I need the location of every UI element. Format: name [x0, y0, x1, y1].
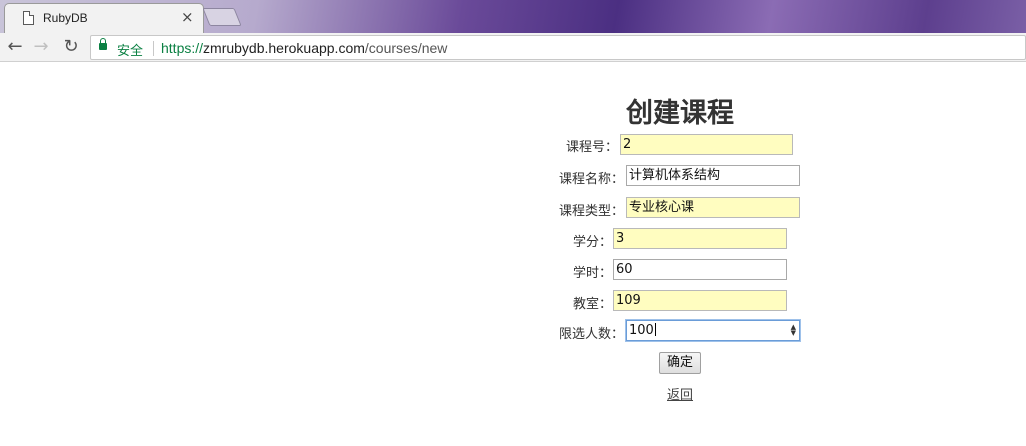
classroom-label: 教室： — [573, 297, 613, 312]
forward-arrow-icon[interactable]: → — [30, 36, 52, 58]
text-caret — [654, 323, 656, 336]
browser-tab-strip: RubyDB × — [0, 0, 1026, 33]
lock-icon — [99, 38, 107, 50]
limit-label: 限选人数： — [559, 327, 625, 342]
url-path: /courses/new — [364, 40, 448, 56]
reload-icon[interactable]: ↻ — [60, 36, 82, 58]
url-scheme: https:// — [161, 40, 204, 56]
credit-label: 学分： — [573, 235, 613, 250]
course-name-input[interactable]: 计算机体系结构 — [626, 165, 800, 186]
page-content: 创建课程 课程号： 2 课程名称： 计算机体系结构 课程类型： 专业核心课 学分… — [0, 63, 1026, 446]
url-text[interactable]: https://zmrubydb.herokuapp.com/courses/n… — [161, 40, 447, 56]
tab-close-icon[interactable]: × — [181, 8, 194, 26]
address-separator — [153, 41, 154, 56]
tab-title: RubyDB — [43, 11, 88, 25]
url-host: zmrubydb.herokuapp.com — [203, 40, 365, 56]
limit-number-input[interactable]: 100 ▲ ▼ — [626, 320, 800, 341]
course-no-label: 课程号： — [566, 140, 619, 155]
back-link[interactable]: 返回 — [667, 384, 693, 403]
address-bar[interactable]: 安全 https://zmrubydb.herokuapp.com/course… — [90, 35, 1026, 60]
submit-button[interactable]: 确定 — [659, 352, 701, 374]
course-type-label: 课程类型： — [559, 204, 625, 219]
course-type-input[interactable]: 专业核心课 — [626, 197, 800, 218]
new-tab-button[interactable] — [202, 8, 242, 26]
secure-label: 安全 — [117, 44, 144, 59]
back-arrow-icon[interactable]: ← — [4, 36, 26, 58]
classroom-input[interactable]: 109 — [613, 290, 787, 311]
course-name-label: 课程名称： — [559, 172, 625, 187]
hours-label: 学时： — [573, 266, 613, 281]
course-no-input[interactable]: 2 — [620, 134, 793, 155]
document-icon — [23, 11, 34, 25]
browser-toolbar: ← → ↻ 安全 https://zmrubydb.herokuapp.com/… — [0, 33, 1026, 62]
credit-input[interactable]: 3 — [613, 228, 787, 249]
spinner-arrows-icon[interactable]: ▲ ▼ — [791, 324, 796, 337]
page-title: 创建课程 — [626, 98, 734, 129]
hours-input[interactable]: 60 — [613, 259, 787, 280]
limit-value: 100 — [629, 323, 654, 338]
browser-tab[interactable]: RubyDB × — [4, 3, 204, 33]
